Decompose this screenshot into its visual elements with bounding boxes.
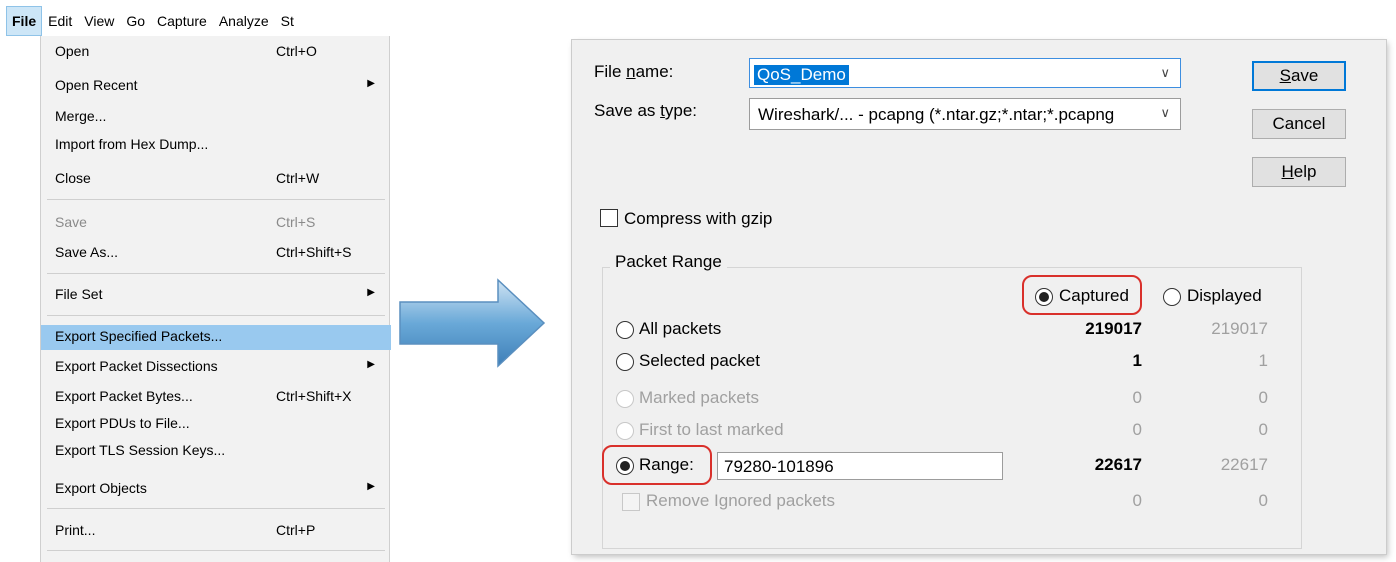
export-packets-dialog: File name: QoS_Demo ∨ Save as type: Wire… [572,40,1386,554]
menu-file[interactable]: File [6,6,43,36]
selected-packet-captured-count: 1 [1132,351,1142,370]
range-input-value: 79280-101896 [724,457,834,476]
menu-bar: File Edit View Go Capture Analyze St [6,6,390,36]
menu-capture[interactable]: Capture [151,6,213,36]
help-button[interactable]: Help [1252,157,1346,187]
menu-item-label: Export Packet Bytes... [55,388,193,404]
menu-item-label: Export Specified Packets... [55,328,223,344]
menu-item-shortcut: Ctrl+P [276,522,316,538]
cancel-button[interactable]: Cancel [1252,109,1346,139]
remove-ignored-displayed-count: 0 [1258,491,1268,510]
menu-item-shortcut: Ctrl+W [276,170,320,186]
all-packets-radio[interactable] [616,321,634,339]
compress-gzip-label: Compress with gzip [624,209,773,228]
menu-item-label: Import from Hex Dump... [55,136,209,152]
menu-go[interactable]: Go [120,6,151,36]
menu-item-save-as[interactable]: Save As... Ctrl+Shift+S [41,241,391,266]
first-to-last-marked-radio[interactable] [616,422,634,440]
menu-item-export-specified-packets[interactable]: Export Specified Packets... [41,325,391,350]
menu-item-label: Save As... [55,244,119,260]
menu-item-merge[interactable]: Merge... [41,105,391,130]
marked-packets-displayed-count: 0 [1258,388,1268,407]
menu-separator [47,315,385,316]
menu-item-import-hex[interactable]: Import from Hex Dump... [41,133,391,158]
first-to-last-marked-displayed-count: 0 [1258,420,1268,439]
menu-item-label: Export TLS Session Keys... [55,442,226,458]
menu-item-export-dissections[interactable]: Export Packet Dissections ▶ [41,355,391,380]
menu-item-label: Open [55,43,90,59]
menu-item-label: Close [55,170,91,186]
menu-analyze[interactable]: Analyze [213,6,275,36]
chevron-down-icon[interactable]: ∨ [1160,65,1170,81]
menu-item-close[interactable]: Close Ctrl+W [41,167,391,192]
range-input[interactable]: 79280-101896 [717,452,1003,480]
save-as-type-value: Wireshark/... - pcapng (*.ntar.gz;*.ntar… [758,105,1115,124]
menu-item-label: Print... [55,522,96,538]
menu-item-open-recent[interactable]: Open Recent ▶ [41,74,391,99]
selected-packet-displayed-count: 1 [1258,351,1268,370]
menu-item-shortcut: Ctrl+S [276,214,316,230]
submenu-arrow-icon: ▶ [367,359,375,370]
submenu-arrow-icon: ▶ [367,78,375,89]
menu-separator [47,508,385,509]
save-as-type-label: Save as type: [594,101,698,120]
highlight-annotation [1022,275,1142,315]
selected-packet-label: Selected packet [639,351,760,370]
menu-separator [47,273,385,274]
right-arrow-icon [399,278,546,368]
menu-item-open[interactable]: Open Ctrl+O [41,40,391,65]
marked-packets-captured-count: 0 [1132,388,1142,407]
menu-item-print[interactable]: Print... Ctrl+P [41,519,391,544]
remove-ignored-label: Remove Ignored packets [646,491,835,510]
menu-item-shortcut: Ctrl+Shift+X [276,388,352,404]
remove-ignored-checkbox[interactable] [622,493,640,511]
menu-item-label: Save [55,214,87,230]
menu-item-label: Merge... [55,108,107,124]
submenu-arrow-icon: ▶ [367,287,375,298]
range-displayed-count: 22617 [1220,455,1268,474]
submenu-arrow-icon: ▶ [367,481,375,492]
save-button[interactable]: Save [1252,61,1346,91]
packet-range-title: Packet Range [610,252,727,272]
menu-item-label: File Set [55,286,103,302]
highlight-annotation [602,445,712,485]
menu-item-export-objects[interactable]: Export Objects ▶ [41,477,391,502]
marked-packets-radio[interactable] [616,390,634,408]
chevron-down-icon[interactable]: ∨ [1156,105,1170,121]
displayed-label: Displayed [1187,286,1262,305]
save-as-type-select[interactable]: Wireshark/... - pcapng (*.ntar.gz;*.ntar… [749,98,1181,130]
menu-item-label: Export PDUs to File... [55,415,190,431]
menu-view[interactable]: View [78,6,120,36]
all-packets-captured-count: 219017 [1085,319,1142,338]
menu-item-shortcut: Ctrl+O [276,43,317,59]
menu-edit[interactable]: Edit [42,6,78,36]
file-name-value: QoS_Demo [754,65,849,85]
menu-item-label: Export Objects [55,480,147,496]
menu-statistics[interactable]: St [275,6,300,36]
all-packets-label: All packets [639,319,722,338]
file-menu-dropdown: Open Ctrl+O Open Recent ▶ Merge... Impor… [40,36,391,562]
menu-item-export-tls-keys[interactable]: Export TLS Session Keys... [41,439,391,464]
menu-separator [47,199,385,200]
first-to-last-marked-captured-count: 0 [1132,420,1142,439]
displayed-radio[interactable] [1163,288,1181,306]
all-packets-displayed-count: 219017 [1211,319,1268,338]
file-name-label: File name: [594,62,674,81]
menu-item-label: Open Recent [55,77,138,93]
menu-separator [47,550,385,551]
marked-packets-label: Marked packets [639,388,759,407]
menu-item-label: Export Packet Dissections [55,358,218,374]
menu-item-shortcut: Ctrl+Shift+S [276,244,352,260]
remove-ignored-captured-count: 0 [1132,491,1142,510]
menu-item-save[interactable]: Save Ctrl+S [41,211,391,236]
first-to-last-marked-label: First to last marked [639,420,784,439]
selected-packet-radio[interactable] [616,353,634,371]
menu-item-export-pdus[interactable]: Export PDUs to File... [41,412,391,437]
file-name-combobox[interactable]: QoS_Demo ∨ [749,58,1181,88]
range-captured-count: 22617 [1094,455,1142,474]
menu-item-file-set[interactable]: File Set ▶ [41,283,391,308]
compress-gzip-checkbox[interactable] [600,209,618,227]
menu-item-export-bytes[interactable]: Export Packet Bytes... Ctrl+Shift+X [41,385,391,410]
